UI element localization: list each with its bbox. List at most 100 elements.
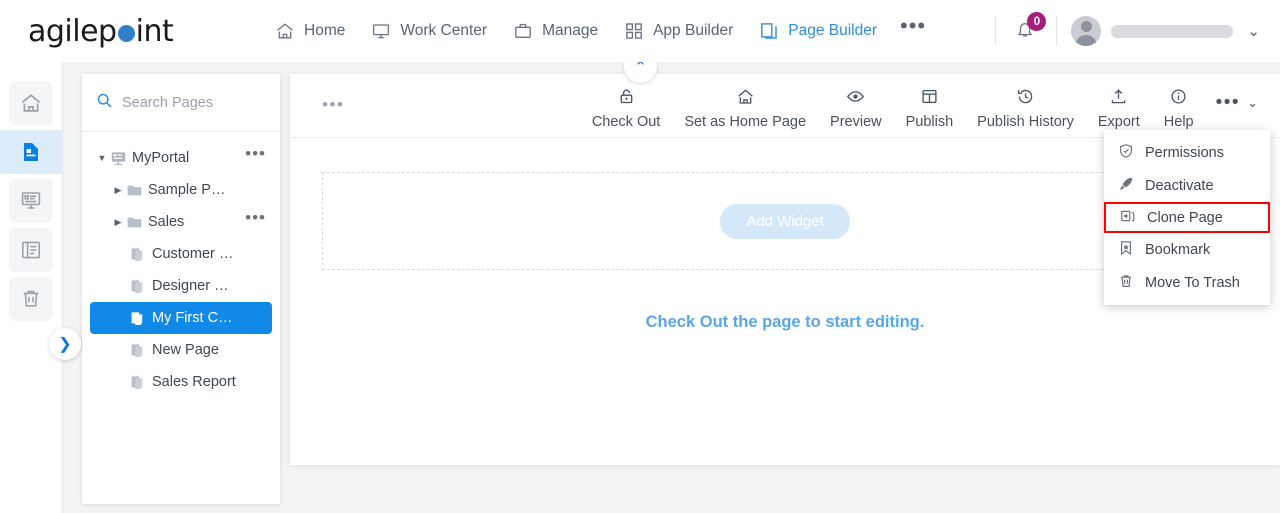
toolbar-label: Preview (830, 114, 882, 130)
menu-item-label: Deactivate (1145, 177, 1214, 194)
check-out-button[interactable]: Check Out (580, 81, 673, 130)
menu-item-clone-page[interactable]: Clone Page (1104, 202, 1270, 233)
page-toolbar: ••• Check Out Set as Home Page Preview P… (290, 74, 1280, 138)
page-icon (9, 130, 53, 174)
publish-icon (920, 87, 939, 110)
nav-item-page-builder[interactable]: Page Builder (746, 15, 890, 47)
tree-item-new-page[interactable]: New Page (90, 334, 272, 366)
divider (1056, 16, 1058, 46)
pages-icon (759, 21, 779, 41)
menu-item-label: Move To Trash (1145, 274, 1240, 291)
tree-item-label: MyPortal (132, 150, 190, 166)
nav-label: App Builder (653, 22, 734, 39)
chevron-right-icon[interactable]: ▶ (110, 185, 126, 196)
tree-item-designer[interactable]: Designer … (90, 270, 272, 302)
divider (995, 16, 997, 46)
home-icon (9, 81, 53, 125)
app-header: agilep int Home Work Center Manage App B… (0, 0, 1280, 62)
menu-item-label: Permissions (1145, 144, 1224, 161)
rail-item-layouts[interactable] (0, 228, 62, 272)
chevron-right-icon[interactable]: ▶ (110, 217, 126, 228)
menu-item-bookmark[interactable]: Bookmark (1104, 233, 1270, 266)
nav-item-app-builder[interactable]: App Builder (611, 15, 746, 47)
briefcase-icon (513, 21, 533, 41)
toolbar-label: Set as Home Page (684, 114, 807, 130)
trash-icon (1118, 273, 1134, 293)
deactivate-icon (1118, 176, 1134, 196)
agilepoint-logo[interactable]: agilep int (0, 14, 262, 49)
toolbar-more-menu: Permissions Deactivate Clone Page Bookma… (1104, 130, 1270, 305)
icon-rail: ❯ (0, 62, 81, 513)
toolbar-more-dots: ••• (1215, 92, 1241, 113)
page-icon (130, 310, 152, 327)
tree-item-sample-pages[interactable]: ▶ Sample P… (90, 174, 272, 206)
notifications-button[interactable]: 0 (1010, 12, 1047, 47)
chevron-down-icon[interactable]: ⌄ (1247, 22, 1260, 40)
tree-item-menu-button[interactable]: ••• (245, 209, 272, 230)
chevron-down-icon[interactable]: ▼ (94, 153, 110, 163)
search-icon (96, 92, 113, 114)
rail-expand-button[interactable]: ❯ (49, 328, 81, 360)
nav-label: Work Center (400, 22, 488, 39)
tree-item-label: Sample P… (148, 182, 226, 198)
toolbar-more-button[interactable]: ••• ⌄ (1206, 81, 1266, 113)
page-icon (130, 374, 152, 391)
logo-text-pre: agilep (28, 13, 117, 49)
search-input[interactable]: Search Pages (122, 95, 213, 111)
portal-icon (110, 150, 132, 167)
menu-item-deactivate[interactable]: Deactivate (1104, 169, 1270, 202)
username-label (1111, 24, 1234, 38)
set-as-home-page-button[interactable]: Set as Home Page (672, 81, 818, 130)
tree-item-label: My First C… (152, 310, 233, 326)
history-icon (1016, 87, 1035, 110)
tree-item-sales-report[interactable]: Sales Report (90, 366, 272, 398)
nav-item-manage[interactable]: Manage (500, 15, 611, 47)
nav-overflow-button[interactable]: ••• (890, 15, 936, 41)
toolbar-left-menu-button[interactable]: ••• (322, 96, 344, 113)
logo-text-post: int (135, 13, 174, 49)
tree-item-my-first-c[interactable]: My First C… (90, 302, 272, 334)
preview-button[interactable]: Preview (818, 81, 894, 130)
clone-icon (1120, 208, 1136, 228)
folder-icon (126, 182, 148, 199)
layout-icon (9, 228, 53, 272)
tree-item-sales-folder[interactable]: ▶ Sales ••• (90, 206, 272, 238)
publish-history-button[interactable]: Publish History (965, 81, 1086, 130)
notification-badge: 0 (1027, 12, 1047, 31)
folder-icon (126, 214, 148, 231)
info-icon (1169, 87, 1188, 110)
tree-item-myportal[interactable]: ▼ MyPortal ••• (90, 142, 272, 174)
eye-icon (846, 87, 865, 110)
avatar[interactable] (1071, 16, 1102, 46)
nav-item-work-center[interactable]: Work Center (358, 15, 500, 47)
lock-icon (617, 87, 636, 110)
tree-item-label: New Page (152, 342, 219, 358)
tree-item-customer[interactable]: Customer … (90, 238, 272, 270)
menu-item-label: Bookmark (1145, 241, 1211, 258)
add-widget-button[interactable]: Add Widget (720, 203, 850, 239)
rail-item-home[interactable] (0, 81, 62, 125)
publish-button[interactable]: Publish (894, 81, 966, 130)
trash-icon (9, 277, 53, 321)
main-nav: Home Work Center Manage App Builder Page… (262, 15, 981, 47)
nav-item-home[interactable]: Home (262, 15, 358, 47)
page-icon (130, 278, 152, 295)
rail-item-pages[interactable] (0, 130, 62, 174)
menu-item-label: Clone Page (1147, 209, 1223, 226)
page-icon (130, 246, 152, 263)
tree-item-menu-button[interactable]: ••• (245, 145, 272, 166)
tree-item-label: Designer … (152, 278, 229, 294)
help-button[interactable]: Help (1152, 81, 1206, 130)
chevron-down-icon: ⌄ (1247, 95, 1258, 110)
search-pages-row[interactable]: Search Pages (82, 74, 280, 132)
menu-item-permissions[interactable]: Permissions (1104, 136, 1270, 169)
rail-item-forms[interactable] (0, 179, 62, 223)
home-icon (275, 21, 295, 41)
rail-item-trash[interactable] (0, 277, 62, 321)
form-icon (9, 179, 53, 223)
home-icon (736, 87, 755, 110)
toolbar-label: Publish History (977, 114, 1074, 130)
toolbar-actions: Check Out Set as Home Page Preview Publi… (580, 81, 1280, 130)
menu-item-move-to-trash[interactable]: Move To Trash (1104, 266, 1270, 299)
export-button[interactable]: Export (1086, 81, 1152, 130)
